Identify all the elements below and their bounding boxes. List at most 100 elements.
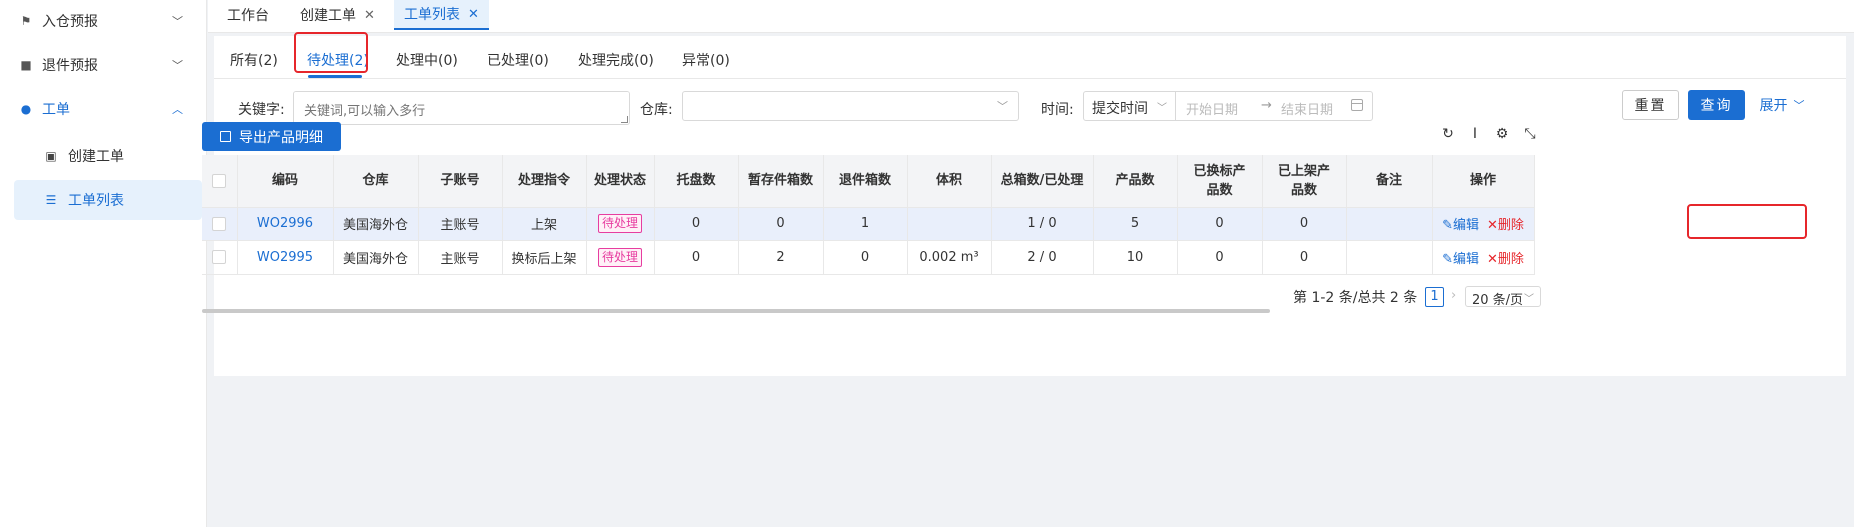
delete-label: 删除 (1497, 251, 1524, 267)
keyword-input[interactable] (293, 91, 630, 125)
instruction-cell: 上架 (502, 207, 587, 241)
relabeled-cell: 0 (1177, 240, 1263, 275)
expand-button[interactable]: 展开 ﹀ (1754, 90, 1810, 120)
resize-handle-icon[interactable] (621, 116, 628, 123)
time-type-select[interactable]: 提交时间 ﹀ (1083, 91, 1176, 121)
column-header: 暂存件箱数 (738, 155, 824, 208)
column-header: 备注 (1346, 155, 1433, 208)
export-product-detail-button[interactable]: 导出产品明细 (202, 122, 341, 151)
row-checkbox[interactable] (212, 216, 227, 231)
end-date-field[interactable]: 结束日期 (1281, 99, 1333, 118)
edit-button[interactable]: ✎编辑 (1442, 252, 1479, 267)
work-order-code-link[interactable]: WO2996 (257, 216, 313, 231)
list-icon: ☰ (45, 193, 57, 207)
sidebar: ⚑ 入仓预报 ﹀ ■ 退件预报 ﹀ ● 工单 ︿ ▣ 创建工单 ☰ 工单列表 (0, 0, 207, 527)
arrow-right-icon: → (1261, 98, 1272, 113)
row-select-cell[interactable] (202, 207, 238, 241)
delete-button[interactable]: ✕删除 (1487, 252, 1524, 267)
edit-label: 编辑 (1452, 251, 1479, 267)
sidebar-item-label: 工单列表 (68, 193, 124, 209)
table-row: WO2995 美国海外仓 主账号 换标后上架 待处理 0 2 0 0.002 m… (202, 240, 1535, 275)
remark-cell (1346, 207, 1433, 241)
tab-create-work-order[interactable]: 创建工单 ✕ (290, 0, 385, 30)
column-header: 托盘数 (654, 155, 739, 208)
chevron-down-icon: ﹀ (172, 59, 183, 72)
tab-processing[interactable]: 处理中(0) (396, 50, 458, 70)
column-header: 操作 (1432, 155, 1535, 208)
row-select-cell[interactable] (202, 240, 238, 275)
delete-button[interactable]: ✕删除 (1487, 218, 1524, 233)
pagination-summary: 第 1-2 条/总共 2 条 (1293, 290, 1418, 306)
status-tabs: 所有(2) 待处理(2) 处理中(0) 已处理(0) 处理完成(0) 异常(0) (214, 36, 1846, 79)
page-size-select[interactable]: 20 条/页 ﹀ (1465, 286, 1541, 308)
tab-work-order-list[interactable]: 工单列表 ✕ (394, 0, 489, 30)
time-type-value: 提交时间 (1092, 101, 1148, 117)
page-number-current[interactable]: 1 (1425, 287, 1444, 307)
shelved-cell: 0 (1262, 207, 1347, 241)
tab-workbench[interactable]: 工作台 (217, 0, 279, 30)
warehouse-label: 仓库: (640, 102, 673, 118)
status-cell: 待处理 (586, 240, 655, 275)
column-header: 已上架产品数 (1262, 155, 1347, 208)
sidebar-item-work-order[interactable]: ● 工单 ︿ (0, 90, 207, 128)
sidebar-item-label: 工单 (42, 102, 70, 118)
close-icon: ✕ (1487, 218, 1498, 233)
chevron-up-icon: ︿ (172, 103, 183, 116)
top-tab-bar: 工作台 创建工单 ✕ 工单列表 ✕ (208, 0, 1854, 33)
start-date-field[interactable]: 开始日期 (1186, 99, 1238, 118)
query-button[interactable]: 查询 (1688, 90, 1745, 120)
sidebar-item-label: 创建工单 (68, 149, 124, 165)
return-boxes-cell: 1 (823, 207, 908, 241)
export-label: 导出产品明细 (239, 129, 323, 146)
column-header: 总箱数/已处理 (991, 155, 1094, 208)
table-header-row: 编码 仓库 子账号 处理指令 处理状态 托盘数 暂存件箱数 退件箱数 体积 总箱… (202, 155, 1535, 208)
warehouse-cell: 美国海外仓 (333, 240, 419, 275)
tab-all[interactable]: 所有(2) (230, 50, 278, 70)
code-cell: WO2996 (237, 207, 334, 241)
products-cell: 10 (1093, 240, 1178, 275)
select-all-checkbox[interactable] (212, 173, 227, 188)
sub-account-cell: 主账号 (418, 207, 503, 241)
chevron-right-icon[interactable]: › (1451, 288, 1456, 303)
staged-boxes-cell: 0 (738, 207, 824, 241)
tab-exception[interactable]: 异常(0) (682, 50, 730, 70)
highlight-box (1687, 204, 1807, 239)
chevron-down-icon: ﹀ (1524, 294, 1534, 305)
chevron-left-icon[interactable]: ‹ (1408, 288, 1413, 303)
column-height-icon[interactable]: Ⅰ (1467, 126, 1483, 142)
time-label: 时间: (1041, 102, 1074, 118)
expand-label: 展开 (1759, 98, 1788, 114)
export-icon (220, 131, 231, 142)
total-processed-cell: 1 / 0 (991, 207, 1094, 241)
active-tab-indicator (308, 75, 362, 78)
total-processed-cell: 2 / 0 (991, 240, 1094, 275)
settings-icon[interactable]: ⚙ (1494, 126, 1510, 142)
chevron-down-icon: ﹀ (997, 100, 1008, 113)
column-header: 处理状态 (586, 155, 655, 208)
edit-button[interactable]: ✎编辑 (1442, 218, 1479, 233)
tab-completed[interactable]: 处理完成(0) (578, 50, 654, 70)
select-all-cell[interactable] (202, 155, 238, 208)
sidebar-item-create-work-order[interactable]: ▣ 创建工单 (14, 136, 202, 176)
sidebar-item-return-forecast[interactable]: ■ 退件预报 ﹀ (0, 46, 207, 84)
column-header: 体积 (907, 155, 992, 208)
close-icon[interactable]: ✕ (468, 7, 479, 22)
close-icon[interactable]: ✕ (364, 8, 375, 23)
row-checkbox[interactable] (212, 250, 227, 264)
work-order-code-link[interactable]: WO2995 (257, 250, 313, 265)
tab-processed[interactable]: 已处理(0) (487, 50, 549, 70)
warehouse-select[interactable]: ﹀ (682, 91, 1019, 121)
tab-label: 工单列表 (404, 7, 460, 23)
refresh-icon[interactable]: ↻ (1440, 126, 1456, 142)
keyword-label: 关键字: (238, 102, 285, 118)
sidebar-item-label: 入仓预报 (42, 14, 98, 30)
date-range-picker[interactable]: 开始日期 → 结束日期 (1175, 91, 1373, 121)
sidebar-item-inbound-forecast[interactable]: ⚑ 入仓预报 ﹀ (0, 2, 207, 40)
reset-button[interactable]: 重置 (1622, 90, 1679, 120)
sidebar-item-work-order-list[interactable]: ☰ 工单列表 (14, 180, 202, 220)
user-icon: ● (20, 102, 32, 116)
sidebar-item-label: 退件预报 (42, 58, 98, 74)
horizontal-scrollbar[interactable] (202, 309, 1270, 313)
actions-cell: ✎编辑 ✕删除 (1432, 207, 1535, 241)
fullscreen-icon[interactable]: ⤡ (1522, 126, 1538, 142)
